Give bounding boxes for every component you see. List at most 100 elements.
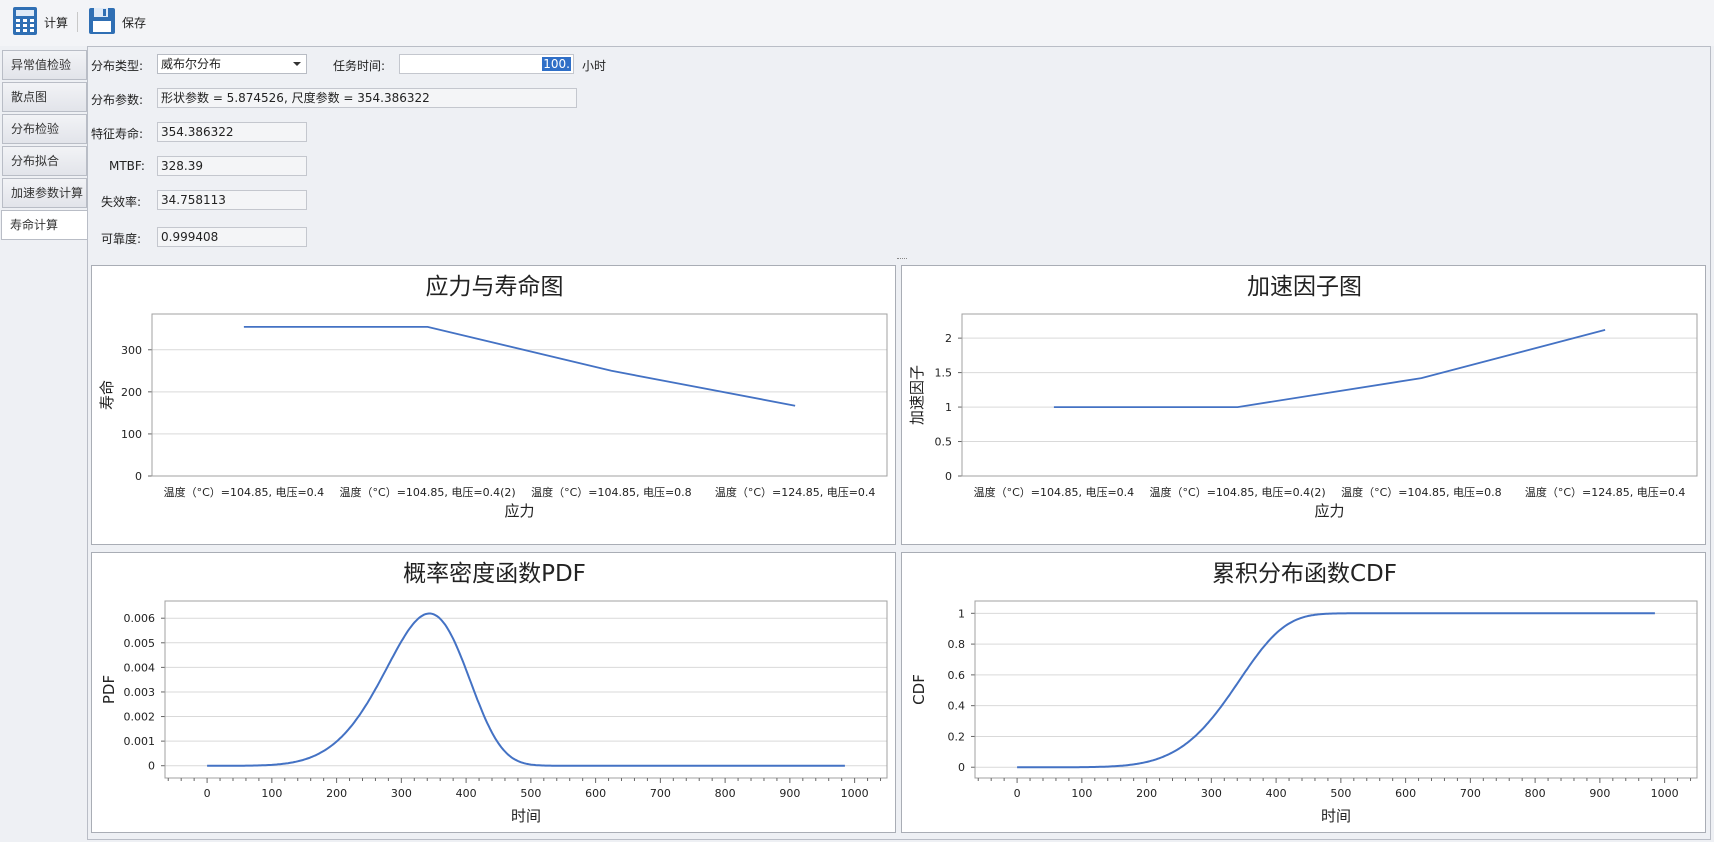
characteristic-life-label: 特征寿命: (91, 127, 144, 141)
x-tick-label: 温度（°C）=104.85, 电压=0.4 (164, 485, 325, 499)
mtbf-label: MTBF: (109, 159, 145, 173)
plot-area (974, 600, 1698, 779)
y-axis-label: 加速因子 (908, 365, 926, 425)
task-time-unit: 小时 (582, 59, 607, 73)
y-tick-label: 0.004 (124, 661, 156, 674)
x-tick-label: 0 (204, 787, 211, 800)
y-tick-label: 300 (121, 344, 142, 357)
splitter-handle[interactable] (897, 258, 907, 260)
distribution-type-select[interactable]: 威布尔分布 (157, 54, 307, 74)
x-tick-label: 800 (1525, 787, 1546, 800)
x-tick-label: 700 (650, 787, 671, 800)
tab-acceleration-params[interactable]: 加速参数计算 (2, 178, 87, 208)
tab-distribution-fit[interactable]: 分布拟合 (2, 146, 87, 176)
failure-rate-field[interactable]: 34.758113 (157, 190, 307, 210)
x-tick-label: 800 (715, 787, 736, 800)
x-axis-label: 时间 (511, 807, 541, 825)
mtbf-field[interactable]: 328.39 (157, 156, 307, 176)
series-curve (1017, 612, 1655, 769)
distribution-type-value: 威布尔分布 (161, 57, 222, 71)
y-tick-label: 0.5 (935, 436, 953, 449)
x-tick-label: 温度（°C）=104.85, 电压=0.4 (974, 485, 1135, 499)
calculate-label: 计算 (44, 15, 69, 30)
tab-life-calculation[interactable]: 寿命计算 (1, 210, 88, 240)
chart-title: 概率密度函数PDF (403, 561, 586, 587)
distribution-params-field[interactable]: 形状参数 = 5.874526, 尺度参数 = 354.386322 (157, 88, 577, 108)
x-tick-label: 1000 (1651, 787, 1679, 800)
x-axis-label: 时间 (1321, 807, 1351, 825)
tab-scatter-plot[interactable]: 散点图 (2, 82, 87, 112)
y-tick-label: 100 (121, 428, 142, 441)
tab-distribution-test[interactable]: 分布检验 (2, 114, 87, 144)
y-tick-label: 0.006 (124, 612, 156, 625)
x-tick-label: 温度（°C）=104.85, 电压=0.8 (531, 485, 692, 499)
y-tick-label: 0.8 (948, 638, 966, 651)
toolbar-separator (77, 12, 78, 32)
tab-outlier-test[interactable]: 异常值检验 (2, 50, 87, 80)
x-tick-label: 600 (585, 787, 606, 800)
y-tick-label: 2 (945, 332, 952, 345)
x-tick-label: 200 (1136, 787, 1157, 800)
task-time-value: 100. (542, 57, 571, 71)
x-tick-label: 温度（°C）=104.85, 电压=0.4(2) (340, 485, 516, 499)
x-tick-label: 400 (1266, 787, 1287, 800)
x-axis-label: 应力 (504, 502, 534, 520)
y-tick-label: 0 (135, 470, 142, 483)
y-axis-label: PDF (100, 675, 118, 704)
x-tick-label: 300 (1201, 787, 1222, 800)
task-time-input[interactable]: 100. (399, 54, 574, 74)
characteristic-life-field[interactable]: 354.386322 (157, 122, 307, 142)
y-tick-label: 1 (945, 401, 952, 414)
x-tick-label: 200 (326, 787, 347, 800)
acceleration-factor-chart-svg: 加速因子图 0 0.5 1 1.5 2 温度（°C）=104.85, 电压=0.4 温度（°C… (908, 274, 1698, 520)
x-axis-label: 应力 (1314, 502, 1344, 520)
calculate-button[interactable]: 计算 (12, 5, 68, 39)
y-tick-label: 200 (121, 386, 142, 399)
x-tick-label: 900 (779, 787, 800, 800)
chart-title: 累积分布函数CDF (1212, 561, 1397, 587)
plot-area (151, 313, 888, 477)
x-tick-label: 1000 (841, 787, 869, 800)
reliability-label: 可靠度: (101, 232, 142, 246)
chart-title: 加速因子图 (1247, 274, 1362, 300)
cdf-chart-svg: 累积分布函数CDF 0 0.2 0.4 0.6 0.8 1 0 100 200 300 400 500 6… (910, 561, 1698, 825)
x-tick-label: 温度（°C）=104.85, 电压=0.4(2) (1150, 485, 1326, 499)
x-tick-label: 温度（°C）=124.85, 电压=0.4 (715, 485, 876, 499)
x-tick-label: 温度（°C）=124.85, 电压=0.4 (1525, 485, 1686, 499)
y-tick-label: 0.2 (948, 730, 966, 743)
x-tick-label: 100 (1071, 787, 1092, 800)
save-label: 保存 (122, 15, 147, 30)
y-tick-label: 0.001 (124, 735, 156, 748)
x-tick-label: 100 (261, 787, 282, 800)
x-tick-label: 0 (1014, 787, 1021, 800)
plot-area (164, 600, 888, 779)
x-tick-label: 500 (1330, 787, 1351, 800)
y-tick-label: 1 (958, 607, 965, 620)
acceleration-factor-chart: 加速因子图 0 0.5 1 1.5 2 温度（°C）=104.85, 电压=0.4 温度（°C… (901, 265, 1706, 545)
y-tick-label: 0 (945, 470, 952, 483)
x-tick-label: 温度（°C）=104.85, 电压=0.8 (1341, 485, 1502, 499)
y-tick-label: 0.4 (948, 700, 966, 713)
y-tick-label: 0.003 (124, 686, 156, 699)
y-tick-label: 0 (148, 760, 155, 773)
chevron-down-icon (293, 62, 301, 66)
y-tick-label: 1.5 (935, 367, 953, 380)
failure-rate-label: 失效率: (101, 195, 142, 209)
reliability-field[interactable]: 0.999408 (157, 227, 307, 247)
save-button[interactable]: 保存 (88, 5, 146, 39)
x-tick-label: 400 (456, 787, 477, 800)
distribution-type-label: 分布类型: (91, 59, 144, 73)
series-curve (207, 612, 845, 767)
x-tick-label: 900 (1589, 787, 1610, 800)
cdf-chart: 累积分布函数CDF 0 0.2 0.4 0.6 0.8 1 0 100 200 300 400 500 6… (901, 552, 1706, 833)
x-tick-label: 300 (391, 787, 412, 800)
pdf-chart: 概率密度函数PDF 0 0.001 0.002 0.003 0.004 0.005 0.006… (91, 552, 896, 833)
y-tick-label: 0.005 (124, 637, 156, 650)
y-axis-label: CDF (910, 674, 928, 705)
calculator-icon (12, 6, 38, 39)
side-tab-strip: 异常值检验 散点图 分布检验 分布拟合 加速参数计算 寿命计算 (0, 50, 88, 842)
distribution-params-label: 分布参数: (91, 93, 144, 107)
y-tick-label: 0 (958, 761, 965, 774)
task-time-label: 任务时间: (333, 59, 386, 73)
stress-life-chart: 应力与寿命图 0 100 200 300 温度（°C）=104.85, 电压=0.4 温度（… (91, 265, 896, 545)
